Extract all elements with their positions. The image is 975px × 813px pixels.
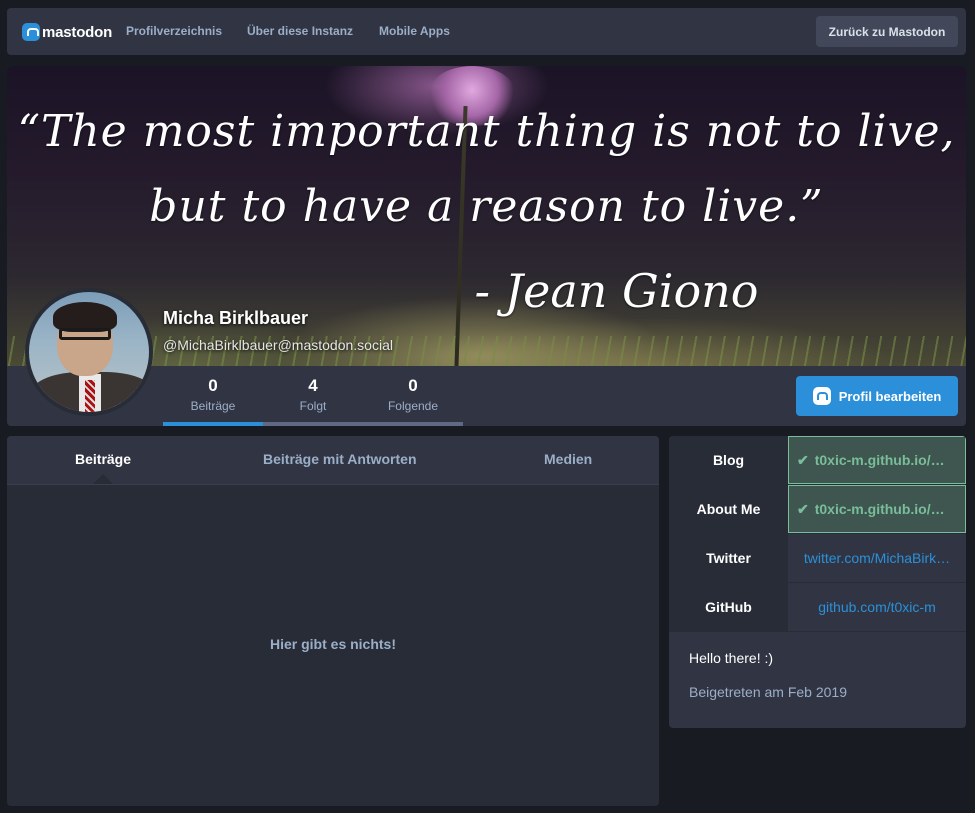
profile-field-about-me: About Me ✔ t0xic-m.github.io/… bbox=[669, 485, 966, 534]
joined-date: Beigetreten am Feb 2019 bbox=[689, 684, 847, 700]
nav-mobile-apps[interactable]: Mobile Apps bbox=[379, 24, 450, 38]
header-banner-image: “The most important thing is not to live… bbox=[7, 66, 966, 366]
avatar-glasses bbox=[59, 328, 111, 340]
field-value-text: twitter.com/MichaBirk… bbox=[803, 550, 951, 566]
field-value-text: t0xic-m.github.io/… bbox=[814, 452, 945, 468]
profile-field-blog: Blog ✔ t0xic-m.github.io/… bbox=[669, 436, 966, 485]
avatar-tie bbox=[85, 380, 95, 412]
field-value[interactable]: ✔ t0xic-m.github.io/… bbox=[788, 436, 966, 484]
counter-label: Folgende bbox=[387, 399, 439, 413]
counter-followers[interactable]: 0 Folgende bbox=[363, 366, 463, 426]
logo-text: mastodon bbox=[42, 23, 113, 41]
field-name: Blog bbox=[669, 436, 788, 484]
banner-quote-line-2: but to have a reason to live.” bbox=[149, 181, 824, 232]
profile-counters: 0 Beiträge 4 Folgt 0 Folgende bbox=[163, 366, 463, 426]
tab-posts-with-replies[interactable]: Beiträge mit Antworten bbox=[263, 451, 417, 467]
profile-bio: Hello there! :) Beigetreten am Feb 2019 bbox=[669, 632, 966, 716]
banner-quote-line-1: “The most important thing is not to live… bbox=[17, 106, 956, 157]
counter-posts[interactable]: 0 Beiträge bbox=[163, 366, 263, 426]
profile-fields: Blog ✔ t0xic-m.github.io/… About Me ✔ t0xi… bbox=[669, 436, 966, 632]
field-name: About Me bbox=[669, 485, 788, 533]
display-name: Micha Birklbauer bbox=[163, 308, 309, 328]
mastodon-logo[interactable]: mastodon bbox=[22, 22, 112, 42]
counter-value: 4 bbox=[308, 376, 318, 395]
field-value-text: github.com/t0xic-m bbox=[818, 599, 936, 615]
field-name: GitHub bbox=[669, 583, 788, 631]
tab-posts[interactable]: Beiträge bbox=[75, 451, 131, 467]
nav-profile-directory[interactable]: Profilverzeichnis bbox=[126, 24, 222, 38]
profile-field-twitter: Twitter twitter.com/MichaBirk… bbox=[669, 534, 966, 583]
active-tab-indicator bbox=[93, 474, 113, 484]
verified-check-icon: ✔ bbox=[797, 500, 809, 517]
top-navigation: mastodon Profilverzeichnis Über diese In… bbox=[7, 8, 966, 55]
account-timeline: Beiträge Beiträge mit Antworten Medien H… bbox=[7, 436, 659, 806]
field-value[interactable]: github.com/t0xic-m bbox=[788, 583, 966, 631]
timeline-tabs: Beiträge Beiträge mit Antworten Medien bbox=[7, 436, 659, 485]
verified-check-icon: ✔ bbox=[797, 451, 809, 468]
bio-text: Hello there! :) bbox=[689, 650, 774, 666]
field-name: Twitter bbox=[669, 534, 788, 582]
field-value[interactable]: ✔ t0xic-m.github.io/… bbox=[788, 485, 966, 533]
empty-timeline-message: Hier gibt es nichts! bbox=[269, 636, 397, 652]
counter-following[interactable]: 4 Folgt bbox=[263, 366, 363, 426]
mastodon-icon bbox=[812, 387, 831, 405]
counter-label: Beiträge bbox=[190, 399, 236, 413]
field-value-text: t0xic-m.github.io/… bbox=[814, 501, 945, 517]
profile-field-github: GitHub github.com/t0xic-m bbox=[669, 583, 966, 632]
profile-header: “The most important thing is not to live… bbox=[7, 66, 966, 426]
edit-profile-label: Profil bearbeiten bbox=[838, 388, 942, 404]
counter-value: 0 bbox=[208, 376, 218, 395]
field-value[interactable]: twitter.com/MichaBirk… bbox=[788, 534, 966, 582]
edit-profile-button[interactable]: Profil bearbeiten bbox=[796, 376, 958, 416]
counter-value: 0 bbox=[408, 376, 418, 395]
counter-label: Folgt bbox=[299, 399, 327, 413]
mastodon-icon bbox=[22, 23, 40, 41]
nav-about-instance[interactable]: Über diese Instanz bbox=[247, 24, 353, 38]
account-handle: @MichaBirklbauer@mastodon.social bbox=[163, 337, 393, 353]
avatar[interactable] bbox=[25, 288, 153, 416]
tab-media[interactable]: Medien bbox=[544, 451, 592, 467]
profile-sidebar: Blog ✔ t0xic-m.github.io/… About Me ✔ t0xi… bbox=[669, 436, 966, 728]
back-to-mastodon-button[interactable]: Zurück zu Mastodon bbox=[816, 16, 958, 47]
